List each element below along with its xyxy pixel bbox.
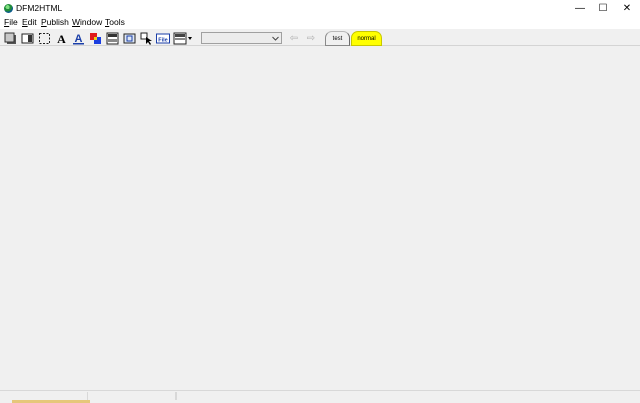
menu-tools[interactable]: Tools bbox=[105, 16, 125, 28]
form-field-icon[interactable] bbox=[105, 31, 119, 45]
menu-window[interactable]: Window bbox=[72, 16, 102, 28]
toolbar: A A File ⇦ ⇨ test normal bbox=[0, 28, 640, 46]
app-logo-icon bbox=[4, 4, 13, 13]
back-arrow-icon[interactable]: ⇦ bbox=[288, 32, 300, 44]
style-combo[interactable] bbox=[201, 32, 282, 44]
selection-rectangle-icon[interactable] bbox=[37, 31, 51, 45]
maximize-button[interactable]: ☐ bbox=[590, 0, 616, 16]
menu-publish[interactable]: Publish bbox=[41, 16, 69, 28]
tab-normal[interactable]: normal bbox=[351, 31, 382, 46]
close-button[interactable]: ✕ bbox=[614, 0, 640, 16]
layout-menu-icon[interactable] bbox=[173, 31, 193, 45]
tab-test[interactable]: test bbox=[325, 31, 350, 46]
svg-text:A: A bbox=[57, 32, 66, 45]
text-label-icon[interactable]: A bbox=[54, 31, 68, 45]
file-field-icon[interactable]: File bbox=[156, 31, 170, 45]
menu-bar: File Edit Publish Window Tools bbox=[0, 16, 640, 28]
frame-object-icon[interactable] bbox=[3, 31, 17, 45]
title-bar: DFM2HTML — ☐ ✕ bbox=[0, 0, 640, 16]
menu-file[interactable]: File bbox=[4, 16, 18, 28]
panel-icon[interactable] bbox=[20, 31, 34, 45]
menu-edit[interactable]: Edit bbox=[22, 16, 37, 28]
forward-arrow-icon[interactable]: ⇨ bbox=[305, 32, 317, 44]
text-style-icon[interactable]: A bbox=[71, 31, 85, 45]
cursor-object-icon[interactable] bbox=[139, 31, 153, 45]
color-shapes-icon[interactable] bbox=[88, 31, 102, 45]
svg-text:File: File bbox=[158, 37, 167, 43]
image-box-icon[interactable] bbox=[122, 31, 136, 45]
chevron-down-icon bbox=[272, 36, 279, 41]
workspace-area[interactable] bbox=[0, 46, 640, 390]
window-title: DFM2HTML bbox=[16, 3, 63, 13]
